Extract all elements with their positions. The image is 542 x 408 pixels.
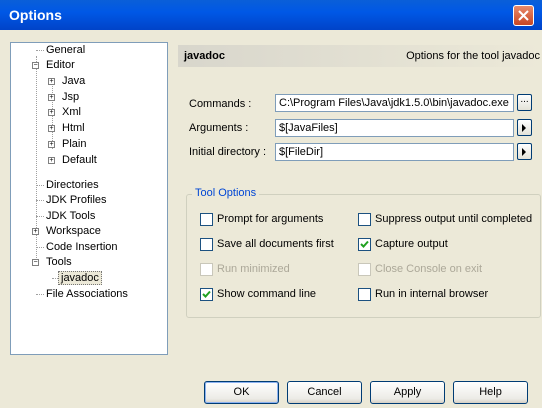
tree-item-jdk-profiles[interactable]: JDK Profiles (44, 193, 109, 207)
tree-item-jdk-tools[interactable]: JDK Tools (44, 209, 97, 223)
checkbox-box (358, 288, 371, 301)
checkmark-icon (360, 240, 369, 248)
tree-item-label: Code Insertion (46, 241, 118, 253)
tree-item-java[interactable]: Java (60, 74, 87, 88)
cancel-button[interactable]: Cancel (287, 381, 362, 404)
tree-item-xml[interactable]: Xml (60, 105, 83, 119)
title-bar[interactable]: Options (0, 0, 542, 30)
browse-button[interactable]: ... (517, 94, 532, 111)
tree-item-label: Html (62, 122, 85, 134)
arguments-label: Arguments : (189, 122, 249, 134)
tree-item-label: Workspace (46, 225, 101, 237)
checkbox-label: Show command line (217, 288, 317, 300)
checkbox-label: Run minimized (217, 263, 290, 275)
tree-item-javadoc[interactable]: javadoc (58, 271, 102, 285)
tree-item-label: Directories (46, 179, 99, 191)
checkbox-box (200, 288, 213, 301)
tree-item-label: File Associations (46, 288, 128, 300)
options-dialog: Options General − Editor + Java + Jsp + … (0, 0, 542, 408)
checkbox-box (200, 213, 213, 226)
tree-item-label: Editor (46, 59, 75, 71)
checkbox-box (200, 238, 213, 251)
arrow-right-icon (522, 124, 526, 132)
tree-line (36, 185, 44, 186)
options-tree[interactable]: General − Editor + Java + Jsp + Xml + Ht… (10, 42, 168, 355)
tree-item-file-associations[interactable]: File Associations (44, 287, 130, 301)
checkbox-label: Capture output (375, 238, 448, 250)
commands-input[interactable]: C:\Program Files\Java\jdk1.5.0\bin\javad… (275, 94, 514, 112)
tree-item-label: Jsp (62, 91, 80, 103)
checkbox-box (200, 263, 213, 276)
tree-item-plain[interactable]: Plain (60, 137, 88, 151)
checkmark-icon (202, 290, 211, 298)
tree-item-directories[interactable]: Directories (44, 178, 101, 192)
help-button[interactable]: Help (453, 381, 528, 404)
expand-icon[interactable]: + (48, 125, 55, 132)
tree-line (36, 50, 44, 51)
tree-item-label: Default (62, 154, 97, 166)
ok-button[interactable]: OK (204, 381, 279, 404)
initial-directory-input[interactable]: $[FileDir] (275, 143, 514, 161)
tree-item-default[interactable]: Default (60, 153, 99, 167)
tree-item-editor[interactable]: Editor (44, 58, 77, 72)
tree-item-label: Plain (62, 138, 87, 150)
checkbox-label: Run in internal browser (375, 288, 489, 300)
checkbox-label: Prompt for arguments (217, 213, 324, 225)
window-title: Options (9, 7, 62, 23)
expand-icon[interactable]: + (48, 78, 55, 85)
tree-item-html[interactable]: Html (60, 121, 87, 135)
arguments-insert-button[interactable] (517, 119, 532, 136)
initial-directory-label: Initial directory : (189, 146, 267, 158)
apply-button[interactable]: Apply (370, 381, 445, 404)
checkbox-label: Save all documents first (217, 238, 334, 250)
arguments-input[interactable]: $[JavaFiles] (275, 119, 514, 137)
panel-subtitle: Options for the tool javadoc (406, 50, 540, 62)
expand-icon[interactable]: + (48, 157, 55, 164)
checkbox-box (358, 213, 371, 226)
tree-item-general[interactable]: General (44, 43, 87, 57)
tree-line (36, 216, 44, 217)
tree-item-label: JDK Profiles (46, 194, 107, 206)
expand-icon[interactable]: + (48, 109, 55, 116)
tree-item-tools[interactable]: Tools (44, 255, 74, 269)
tree-line (36, 200, 44, 201)
collapse-icon[interactable]: − (32, 259, 39, 266)
tree-item-label: General (46, 44, 86, 56)
tree-item-label: Tools (46, 256, 72, 268)
tree-item-label: Java (62, 75, 86, 87)
arrow-right-icon (522, 148, 526, 156)
tree-item-workspace[interactable]: Workspace (44, 224, 103, 238)
tree-item-label: Xml (62, 106, 81, 118)
panel-header: javadoc Options for the tool javadoc (178, 45, 542, 67)
checkbox-label: Close Console on exit (375, 263, 483, 275)
initdir-insert-button[interactable] (517, 143, 532, 160)
checkbox-box (358, 238, 371, 251)
panel-title: javadoc (184, 50, 225, 62)
tool-settings-panel: javadoc Options for the tool javadoc Com… (178, 42, 542, 355)
close-icon (518, 10, 529, 21)
checkbox-box (358, 263, 371, 276)
collapse-icon[interactable]: − (32, 62, 39, 69)
tree-item-label: JDK Tools (46, 210, 96, 222)
commands-label: Commands : (189, 98, 252, 110)
tree-line (36, 247, 44, 248)
expand-icon[interactable]: + (48, 141, 55, 148)
tree-item-jsp[interactable]: Jsp (60, 90, 81, 104)
tree-item-label: javadoc (58, 271, 102, 285)
close-button[interactable] (513, 5, 534, 26)
checkbox-label: Suppress output until completed (375, 213, 533, 225)
tree-line (36, 294, 44, 295)
browse-button-label: ... (520, 94, 529, 105)
tool-options-title: Tool Options (192, 187, 260, 199)
expand-icon[interactable]: + (32, 228, 39, 235)
expand-icon[interactable]: + (48, 94, 55, 101)
tree-item-code-insertion[interactable]: Code Insertion (44, 240, 120, 254)
